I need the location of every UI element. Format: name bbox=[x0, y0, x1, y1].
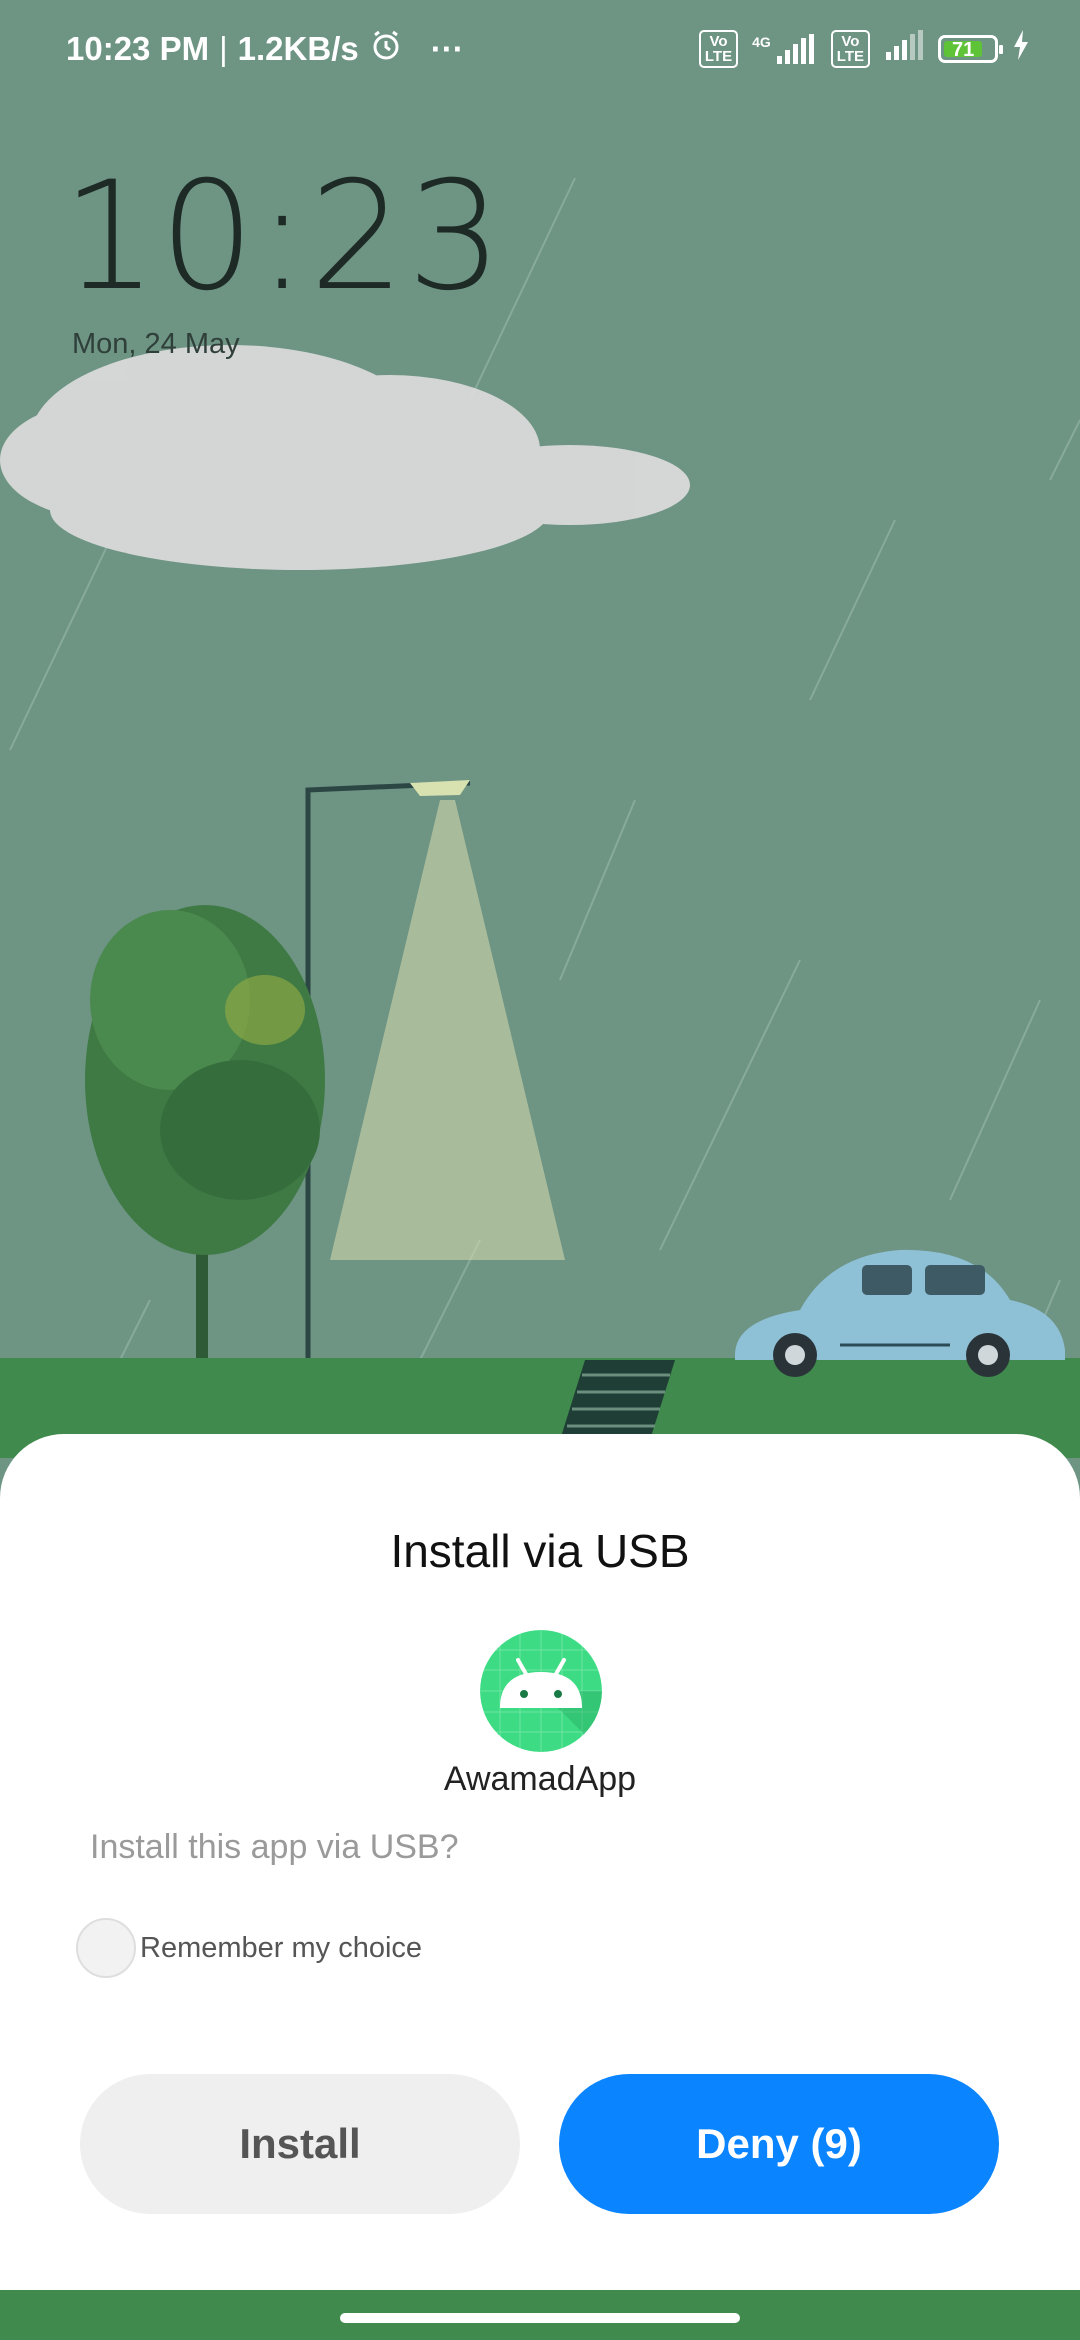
remember-choice-row[interactable]: Remember my choice bbox=[76, 1918, 422, 1978]
battery-level: 71 bbox=[944, 40, 983, 60]
app-name: AwamadApp bbox=[443, 1760, 637, 1798]
home-indicator[interactable] bbox=[340, 2313, 740, 2323]
dialog-title: Install via USB bbox=[390, 1525, 690, 1577]
signal-icon bbox=[884, 30, 924, 68]
alarm-icon bbox=[369, 28, 403, 70]
volte-icon: Vo LTE bbox=[698, 30, 739, 68]
lockscreen-clock: 10:23 bbox=[62, 150, 505, 324]
install-button[interactable]: Install bbox=[80, 2074, 520, 2214]
status-bar: 10:23 PM | 1.2KB/s ··· Vo LTE 4G Vo LTE 71 bbox=[0, 0, 1080, 100]
volte-icon-2: Vo LTE bbox=[830, 30, 870, 68]
android-icon bbox=[480, 1630, 602, 1752]
network-4g-icon: 4G bbox=[752, 34, 817, 64]
remember-choice-checkbox[interactable] bbox=[76, 1918, 136, 1978]
status-right: Vo LTE 4G Vo LTE 71 bbox=[698, 30, 1030, 68]
install-dialog: Install via USB AwamadApp Install this a… bbox=[0, 1434, 1080, 2290]
battery-icon: 71 bbox=[938, 35, 1003, 63]
charging-icon bbox=[1012, 30, 1030, 68]
deny-button[interactable]: Deny (9) bbox=[559, 2074, 999, 2214]
more-notifications-icon: ··· bbox=[430, 30, 464, 67]
status-time: 10:23 PM bbox=[66, 30, 210, 67]
network-type-label: 4G bbox=[752, 34, 771, 50]
lockscreen-date: Mon, 24 May bbox=[72, 328, 240, 360]
install-question: Install this app via USB? bbox=[90, 1828, 459, 1866]
status-separator: | bbox=[219, 30, 228, 67]
remember-choice-label[interactable]: Remember my choice bbox=[140, 1932, 422, 1965]
status-left: 10:23 PM | 1.2KB/s ··· bbox=[66, 28, 464, 70]
network-speed: 1.2KB/s bbox=[237, 30, 359, 67]
